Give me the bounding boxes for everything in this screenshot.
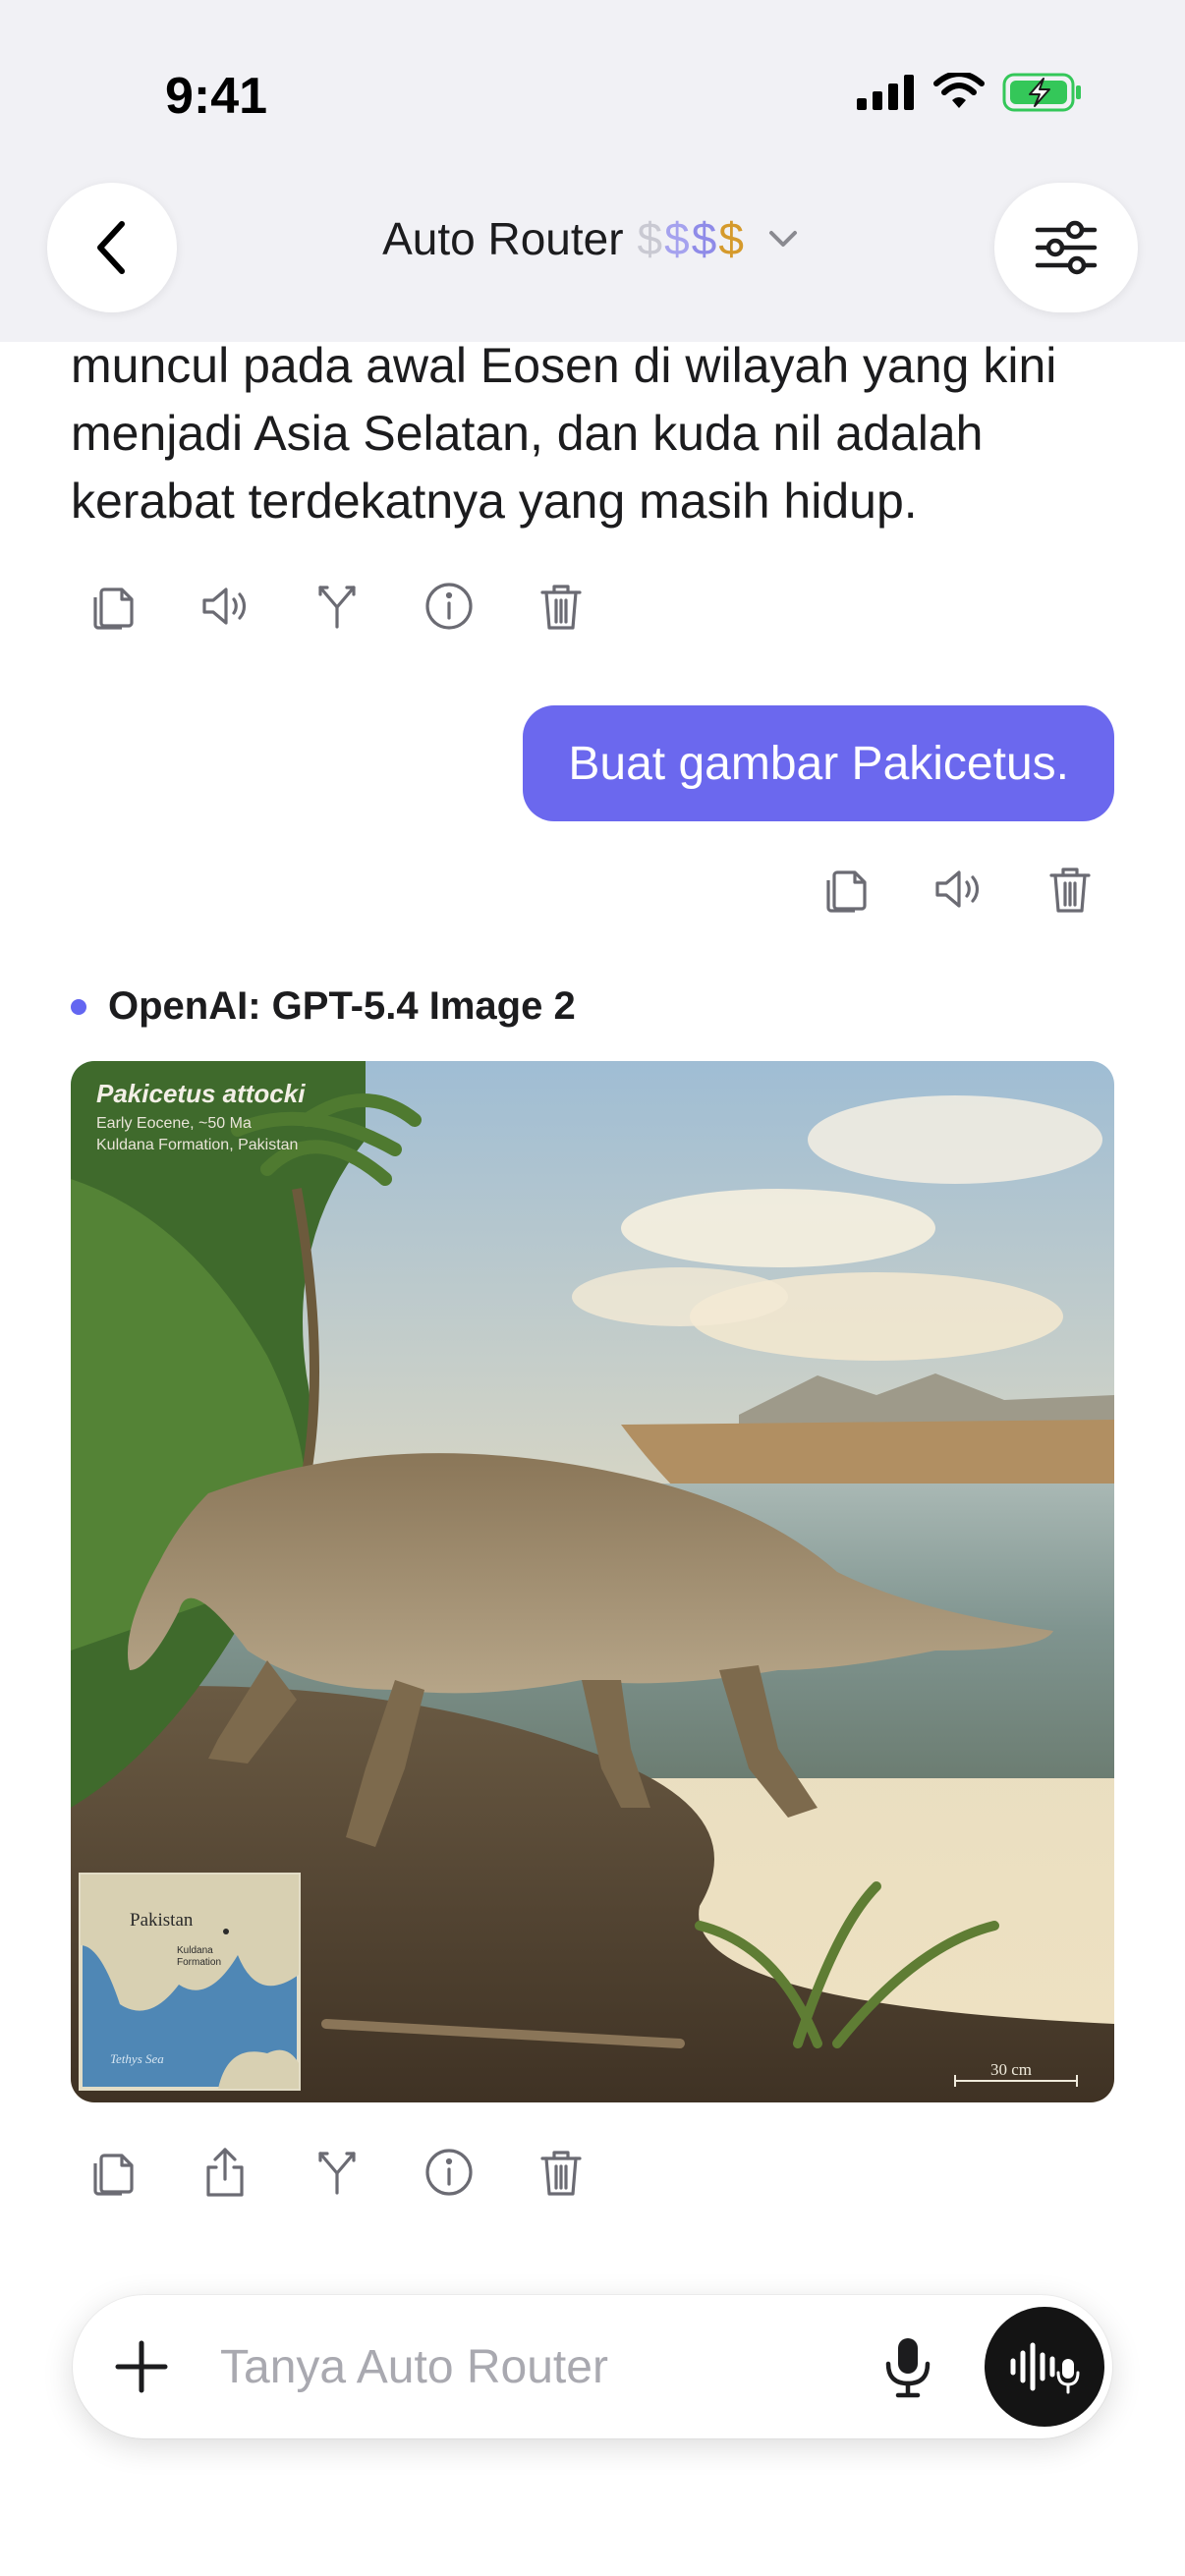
assistant-message-text: muncul pada awal Eosen di wilayah yang k…	[71, 338, 1057, 529]
trash-icon[interactable]	[533, 2144, 590, 2201]
branch-icon[interactable]	[309, 2144, 366, 2201]
cellular-signal-icon	[857, 75, 914, 110]
image-title: Pakicetus attocki	[96, 1079, 306, 1108]
map-country-label: Pakistan	[130, 1910, 194, 1931]
plus-icon[interactable]	[112, 2337, 171, 2396]
copy-icon[interactable]	[85, 578, 141, 635]
pakicetus-illustration: Pakicetus attocki Early Eocene, ~50 Ma K…	[71, 1061, 1114, 2102]
copy-icon[interactable]	[818, 861, 875, 918]
info-icon[interactable]	[421, 2144, 478, 2201]
voice-mode-button[interactable]	[985, 2307, 1104, 2427]
voice-waveform-icon	[1010, 2342, 1080, 2394]
sliders-icon	[1035, 220, 1098, 275]
model-label: OpenAI: GPT-5.4 Image 2	[71, 984, 576, 1029]
image-message-actions	[85, 2144, 645, 2201]
model-status-dot	[71, 998, 86, 1015]
speaker-icon[interactable]	[197, 578, 254, 635]
image-subtitle-1: Early Eocene, ~50 Ma	[96, 1115, 252, 1132]
share-icon[interactable]	[197, 2144, 254, 2201]
speaker-icon[interactable]	[930, 861, 987, 918]
trash-icon[interactable]	[1042, 861, 1099, 918]
chevron-down-icon	[768, 231, 797, 247]
chat-scroll-area[interactable]: muncul pada awal Eosen di wilayah yang k…	[0, 0, 1185, 2576]
wifi-icon	[933, 73, 985, 108]
map-sea-label: Tethys Sea	[110, 2051, 164, 2066]
status-icons	[857, 73, 1083, 112]
scale-label: 30 cm	[990, 2060, 1032, 2079]
model-name: OpenAI: GPT-5.4 Image 2	[108, 984, 576, 1028]
top-navigation-bar: 9:41 Auto Router $$$$	[0, 0, 1185, 342]
branch-icon[interactable]	[309, 578, 366, 635]
microphone-icon[interactable]	[876, 2334, 939, 2399]
message-input[interactable]	[220, 2324, 908, 2409]
generated-image[interactable]: Pakicetus attocki Early Eocene, ~50 Ma K…	[71, 1061, 1114, 2102]
user-message-text: Buat gambar Pakicetus.	[568, 737, 1069, 790]
settings-button[interactable]	[994, 183, 1138, 312]
assistant-message-actions	[85, 578, 645, 635]
info-icon[interactable]	[421, 578, 478, 635]
price-tier-badge: $$$$	[637, 213, 746, 264]
trash-icon[interactable]	[533, 578, 590, 635]
map-location-label-1: Kuldana	[177, 1945, 213, 1956]
user-message-actions	[818, 861, 1099, 918]
battery-charging-icon	[1002, 73, 1081, 112]
user-message-bubble[interactable]: Buat gambar Pakicetus.	[523, 705, 1114, 821]
message-composer	[73, 2295, 1112, 2438]
copy-icon[interactable]	[85, 2144, 141, 2201]
status-time: 9:41	[165, 68, 268, 125]
image-subtitle-2: Kuldana Formation, Pakistan	[96, 1137, 298, 1153]
inset-map: Pakistan Kuldana Formation Tethys Sea	[79, 1873, 301, 2091]
map-location-label-2: Formation	[177, 1957, 221, 1968]
page-title: Auto Router	[382, 213, 624, 264]
